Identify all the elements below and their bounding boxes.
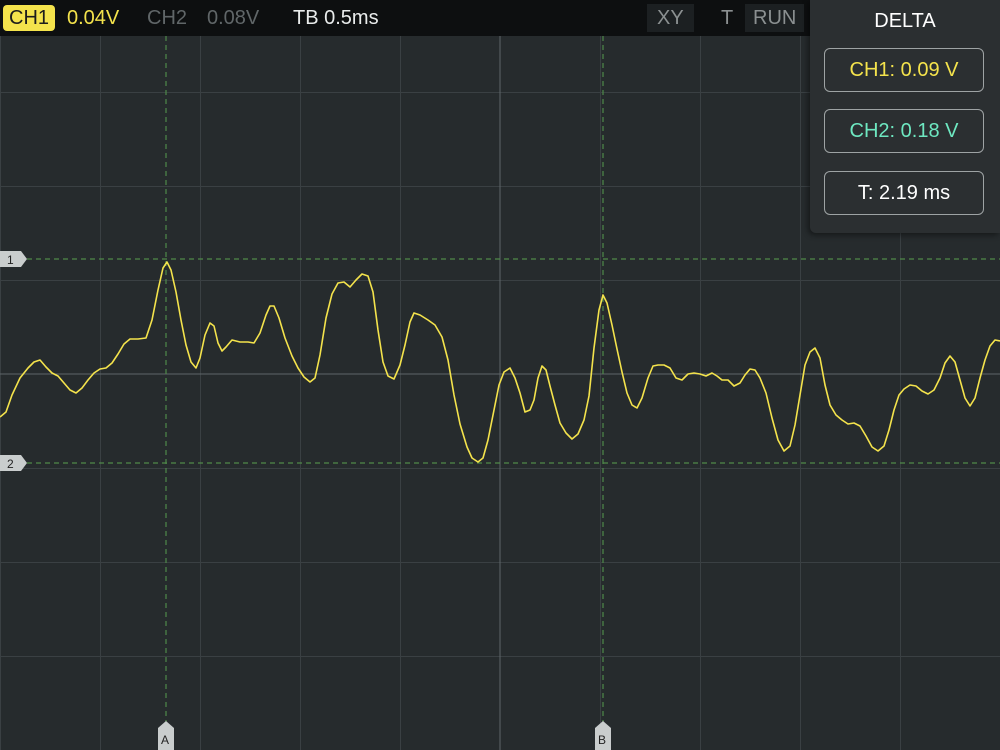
oscilloscope-app: 1 2 A B CH1 0.04V CH2 0.08V TB 0.5ms XY … [0, 0, 1000, 750]
cursor-a-label: A [161, 733, 169, 747]
timebase-button[interactable]: TB 0.5ms [293, 0, 379, 36]
cursor-b-marker[interactable]: B [595, 721, 611, 750]
xy-mode-button[interactable]: XY [647, 4, 694, 32]
delta-ch1-readout[interactable]: CH1: 0.09 V [824, 48, 984, 92]
cursor-a-marker[interactable]: A [158, 721, 174, 750]
delta-time-readout[interactable]: T: 2.19 ms [824, 171, 984, 215]
level-marker-2-label: 2 [7, 457, 14, 471]
delta-title: DELTA [874, 10, 936, 32]
delta-ch2-readout[interactable]: CH2: 0.18 V [824, 109, 984, 153]
trigger-button[interactable]: T [721, 0, 733, 36]
ch2-scale-button[interactable]: 0.08V [207, 0, 259, 36]
delta-panel: DELTA CH1: 0.09 V CH2: 0.18 V T: 2.19 ms [810, 0, 1000, 233]
ch1-scale-button[interactable]: 0.04V [67, 0, 119, 36]
level-marker-1-label: 1 [7, 253, 14, 267]
cursor-b-label: B [598, 733, 606, 747]
level-marker-1[interactable]: 1 [0, 251, 27, 267]
ch1-select-button[interactable]: CH1 [3, 5, 56, 31]
ch2-select-button[interactable]: CH2 [147, 0, 187, 36]
run-button[interactable]: RUN [745, 4, 805, 32]
